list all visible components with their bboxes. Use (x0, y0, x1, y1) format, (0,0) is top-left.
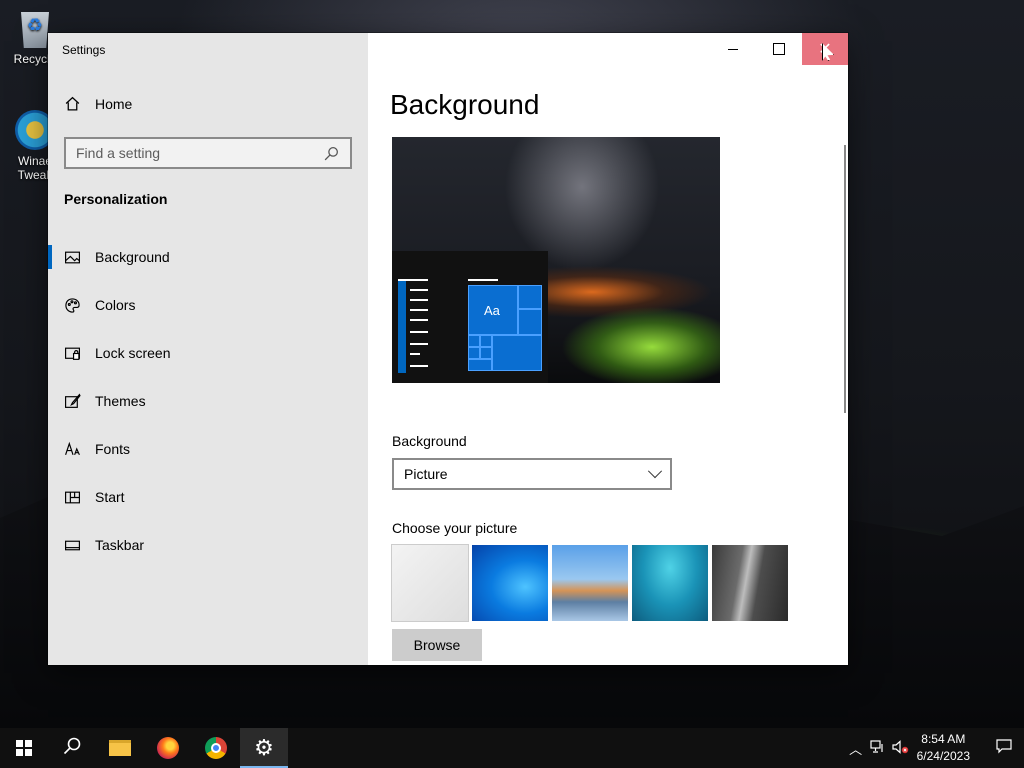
background-preview: Aa (392, 137, 720, 383)
start-grid-icon (64, 489, 81, 506)
picture-icon (64, 249, 81, 266)
preview-tile (480, 335, 492, 347)
picture-thumbnails (391, 544, 788, 622)
preview-tile (468, 359, 492, 371)
sidebar-item-fonts[interactable]: Fonts (48, 425, 368, 473)
clock[interactable]: 8:54 AM 6/24/2023 (917, 731, 970, 765)
home-link[interactable]: Home (64, 95, 132, 112)
page-title: Background (390, 89, 540, 120)
taskbar-file-explorer[interactable] (96, 728, 144, 768)
network-icon[interactable] (867, 739, 889, 757)
taskbar-settings[interactable]: ⚙ (240, 728, 288, 768)
sidebar-item-label: Themes (95, 393, 146, 409)
window-title: Settings (62, 43, 106, 57)
start-button[interactable] (0, 728, 48, 768)
start-icon (16, 740, 32, 756)
palette-icon (64, 297, 81, 314)
browse-button[interactable]: Browse (392, 629, 482, 661)
nav-list: Background Colors Lock screen Themes Fon… (48, 233, 368, 569)
picture-thumbnail[interactable] (632, 545, 708, 621)
preview-line (410, 331, 428, 333)
sidebar: Settings Home Personalization Background (48, 33, 368, 665)
preview-line (398, 279, 428, 281)
preview-start-menu: Aa (392, 251, 548, 383)
clock-time: 8:54 AM (921, 732, 966, 746)
search-box[interactable] (64, 137, 352, 169)
minimize-button[interactable] (710, 33, 756, 65)
preview-line (410, 319, 428, 321)
preview-sample-text: Aa (484, 303, 500, 318)
firefox-icon (157, 737, 179, 759)
scrollbar[interactable] (844, 145, 846, 413)
dropdown-value: Picture (404, 466, 448, 482)
sidebar-item-label: Taskbar (95, 537, 145, 553)
maximize-button[interactable] (756, 33, 802, 65)
chevron-up-icon[interactable]: ︿ (845, 739, 867, 758)
sidebar-item-themes[interactable]: Themes (48, 377, 368, 425)
preview-tile (468, 335, 480, 347)
preview-line (410, 289, 428, 291)
picture-thumbnail[interactable] (552, 545, 628, 621)
fonts-icon (64, 441, 81, 458)
sidebar-item-label: Start (95, 489, 125, 505)
sidebar-item-taskbar[interactable]: Taskbar (48, 521, 368, 569)
background-label: Background (392, 433, 467, 449)
sidebar-item-start[interactable]: Start (48, 473, 368, 521)
preview-tiles: Aa (468, 285, 542, 371)
preview-tile (518, 309, 542, 335)
file-explorer-icon (109, 740, 131, 756)
preview-tile (468, 347, 480, 359)
system-tray: ︿ 8:54 AM 6/24/2023 (845, 728, 1024, 768)
chrome-icon (205, 737, 227, 759)
sidebar-item-label: Colors (95, 297, 136, 313)
preview-line (410, 299, 428, 301)
notification-icon[interactable] (984, 738, 1024, 758)
preview-start-rail (398, 281, 406, 373)
settings-window: Settings Home Personalization Background (48, 33, 848, 665)
sidebar-item-lock-screen[interactable]: Lock screen (48, 329, 368, 377)
choose-picture-label: Choose your picture (392, 520, 518, 536)
home-icon (64, 95, 81, 112)
section-title: Personalization (64, 191, 168, 207)
chevron-down-icon (647, 464, 663, 479)
lock-screen-icon (64, 345, 81, 362)
picture-thumbnail[interactable] (712, 545, 788, 621)
preview-tile (480, 347, 492, 359)
taskbar: ⚙ ︿ 8:54 AM 6/24/2023 (0, 728, 1024, 768)
search-icon[interactable] (323, 145, 340, 162)
home-label: Home (95, 95, 133, 112)
content-pane: Background Aa Background Picture Choose … (368, 33, 848, 665)
preview-line (410, 365, 428, 367)
background-type-dropdown[interactable]: Picture (392, 458, 672, 490)
sidebar-item-label: Lock screen (95, 345, 171, 361)
preview-tile (492, 335, 542, 371)
clock-date: 6/24/2023 (916, 749, 970, 763)
taskbar-search-button[interactable] (48, 728, 96, 768)
preview-line (410, 343, 428, 345)
preview-line (410, 353, 420, 355)
sidebar-item-label: Fonts (95, 441, 131, 457)
search-icon (62, 736, 82, 761)
picture-thumbnail[interactable] (472, 545, 548, 621)
preview-tile (518, 285, 542, 309)
taskbar-icon (64, 537, 81, 554)
sidebar-item-label: Background (95, 249, 170, 265)
taskbar-firefox[interactable] (144, 728, 192, 768)
sidebar-item-colors[interactable]: Colors (48, 281, 368, 329)
sidebar-item-background[interactable]: Background (48, 233, 368, 281)
preview-line (410, 309, 428, 311)
preview-line (468, 279, 498, 281)
volume-muted-icon[interactable] (889, 739, 911, 757)
picture-thumbnail[interactable] (391, 544, 469, 622)
settings-icon: ⚙ (254, 735, 274, 760)
search-input[interactable] (76, 145, 323, 161)
taskbar-chrome[interactable] (192, 728, 240, 768)
brush-icon (64, 393, 81, 410)
